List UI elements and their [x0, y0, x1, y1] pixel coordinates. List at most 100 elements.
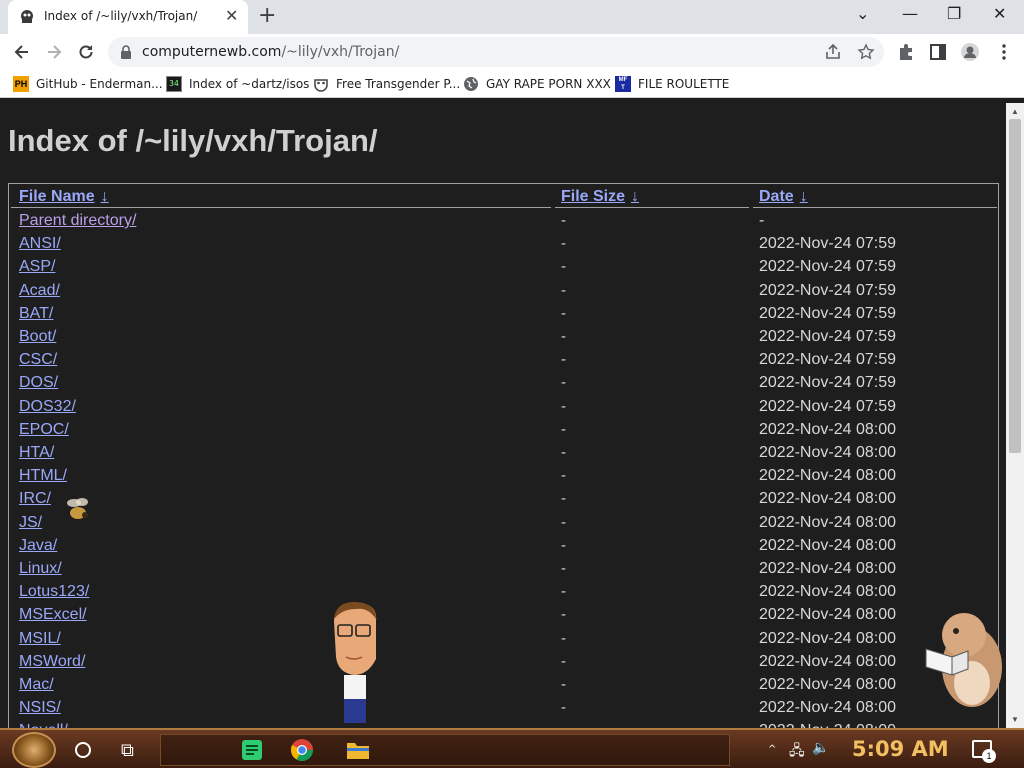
file-name-link[interactable]: DOS/ — [19, 374, 58, 392]
tab-close-icon[interactable]: ✕ — [225, 7, 238, 25]
url-host: computernewb.com — [142, 44, 282, 60]
file-name-link[interactable]: Parent directory/ — [19, 212, 136, 230]
file-name-link[interactable]: HTML/ — [19, 467, 67, 485]
bookmark-dartz-isos[interactable]: 34 Index of ~dartz/isos — [166, 75, 309, 93]
page-scrollbar[interactable]: ▲ ▼ — [1006, 103, 1024, 728]
extensions-puzzle-icon[interactable] — [896, 42, 916, 62]
network-icon[interactable]: 🖧 — [789, 740, 805, 764]
terminal-icon: 34 — [166, 76, 182, 92]
back-arrow-icon[interactable] — [12, 42, 32, 62]
start-button[interactable] — [12, 732, 56, 768]
volume-icon[interactable]: 🔈 — [812, 740, 829, 756]
sort-by-date-link[interactable]: Date — [759, 188, 794, 205]
file-size: - — [561, 629, 566, 647]
table-row: HTML/ - 2022-Nov-24 08:00 — [9, 467, 998, 490]
file-name-link[interactable]: Acad/ — [19, 282, 60, 300]
scrollbar-thumb[interactable] — [1009, 119, 1021, 453]
file-name-link[interactable]: Lotus123/ — [19, 583, 89, 601]
taskbar-app-area — [160, 734, 730, 766]
file-name-link[interactable]: NSIS/ — [19, 699, 61, 717]
bookmark-free-transgender[interactable]: Free Transgender P... — [313, 75, 460, 93]
col-header-date[interactable]: Date ↓ — [759, 188, 808, 206]
tab-search-icon[interactable]: ⌄ — [856, 4, 869, 24]
file-size: - — [561, 444, 566, 461]
windows-taskbar: ⧉ ^ 🖧 🔈 5:09 AM 1 — [0, 728, 1024, 768]
file-name-link[interactable]: MSIL/ — [19, 630, 61, 648]
file-name-link[interactable]: JS/ — [19, 514, 42, 532]
file-size: - — [561, 328, 566, 345]
folder-icon[interactable] — [345, 737, 371, 763]
scroll-up-arrow-icon[interactable]: ▲ — [1011, 107, 1019, 116]
file-date: 2022-Nov-24 08:00 — [759, 513, 896, 531]
task-view-icon[interactable]: ⧉ — [121, 740, 134, 760]
tab-title: Index of /~lily/vxh/Trojan/ — [44, 9, 198, 23]
file-name-link[interactable]: Mac/ — [19, 676, 54, 694]
file-size: - — [561, 351, 566, 369]
sort-by-size-link[interactable]: File Size — [561, 188, 625, 205]
sort-arrow-icon: ↓ — [100, 188, 109, 205]
file-date: - — [759, 212, 765, 229]
file-name-link[interactable]: BAT/ — [19, 305, 53, 323]
close-window-button[interactable]: ✕ — [993, 4, 1006, 24]
globe-icon — [464, 77, 478, 91]
sort-by-name-link[interactable]: File Name — [19, 188, 95, 205]
file-date: 2022-Nov-24 08:00 — [759, 583, 896, 601]
file-name-link[interactable]: MSExcel/ — [19, 606, 87, 624]
lock-icon[interactable] — [120, 45, 132, 59]
file-name-link[interactable]: ASP/ — [19, 258, 55, 276]
file-date: 2022-Nov-24 07:59 — [759, 235, 896, 253]
notes-icon[interactable] — [239, 737, 265, 763]
file-name-link[interactable]: Java/ — [19, 537, 57, 555]
hamster-reading-pet-icon — [925, 613, 1002, 707]
col-header-size[interactable]: File Size ↓ — [561, 188, 639, 206]
forward-arrow-icon[interactable] — [44, 42, 64, 62]
file-size: - — [561, 467, 566, 485]
bookmark-gay-rape[interactable]: GAY RAPE PORN XXX — [463, 75, 611, 93]
table-row: ASP/ - 2022-Nov-24 07:59 — [9, 258, 998, 281]
file-size: - — [561, 304, 566, 322]
file-name-link[interactable]: DOS32/ — [19, 398, 76, 416]
table-row: Mac/ - 2022-Nov-24 08:00 — [9, 676, 998, 699]
table-row: Linux/ - 2022-Nov-24 08:00 — [9, 560, 998, 583]
bookmark-star-icon[interactable] — [857, 43, 875, 61]
file-name-link[interactable]: MSWord/ — [19, 653, 85, 671]
menu-kebab-icon[interactable] — [994, 42, 1014, 62]
url-text: computernewb.com/~lily/vxh/Trojan/ — [142, 44, 399, 60]
file-date: 2022-Nov-24 07:59 — [759, 374, 896, 392]
bookmark-file-roulette[interactable]: MF T FILE ROULETTE — [615, 75, 729, 93]
address-bar[interactable]: computernewb.com/~lily/vxh/Trojan/ — [108, 37, 884, 67]
file-date: 2022-Nov-24 08:00 — [759, 467, 896, 485]
file-size: - — [561, 560, 566, 577]
file-name-link[interactable]: CSC/ — [19, 351, 57, 369]
browser-toolbar: computernewb.com/~lily/vxh/Trojan/ — [0, 34, 1024, 70]
taskbar-clock[interactable]: 5:09 AM — [852, 737, 949, 761]
file-size: - — [561, 606, 566, 624]
chrome-icon[interactable] — [289, 737, 315, 763]
tab-strip: Index of /~lily/vxh/Trojan/ ✕ + ⌄ — ❐ ✕ — [0, 0, 1024, 34]
file-date: 2022-Nov-24 08:00 — [759, 560, 896, 577]
file-name-link[interactable]: ANSI/ — [19, 235, 61, 253]
search-circle-icon[interactable] — [75, 742, 91, 758]
share-icon[interactable] — [824, 43, 842, 61]
file-name-link[interactable]: EPOC/ — [19, 421, 69, 439]
tab-active[interactable]: Index of /~lily/vxh/Trojan/ ✕ — [8, 0, 248, 34]
tray-chevron-icon[interactable]: ^ — [768, 744, 776, 755]
file-name-link[interactable]: IRC/ — [19, 490, 51, 508]
side-panel-icon[interactable] — [928, 42, 948, 62]
file-name-link[interactable]: HTA/ — [19, 444, 54, 462]
col-header-name[interactable]: File Name ↓ — [19, 188, 109, 206]
reload-icon[interactable] — [76, 42, 96, 62]
table-row: Boot/ - 2022-Nov-24 07:59 — [9, 328, 998, 351]
scroll-down-arrow-icon[interactable]: ▼ — [1011, 715, 1019, 724]
new-tab-button[interactable]: + — [258, 4, 276, 28]
file-size: - — [561, 212, 566, 229]
file-date: 2022-Nov-24 08:00 — [759, 652, 896, 670]
bookmark-github-enderman[interactable]: PH GitHub - Enderman... — [13, 75, 163, 93]
restore-button[interactable]: ❐ — [947, 4, 961, 24]
file-size: - — [561, 281, 566, 299]
minimize-button[interactable]: — — [902, 4, 918, 24]
file-name-link[interactable]: Boot/ — [19, 328, 56, 346]
file-name-link[interactable]: Linux/ — [19, 560, 62, 578]
profile-avatar-icon[interactable] — [960, 42, 980, 62]
file-date: 2022-Nov-24 08:00 — [759, 676, 896, 693]
